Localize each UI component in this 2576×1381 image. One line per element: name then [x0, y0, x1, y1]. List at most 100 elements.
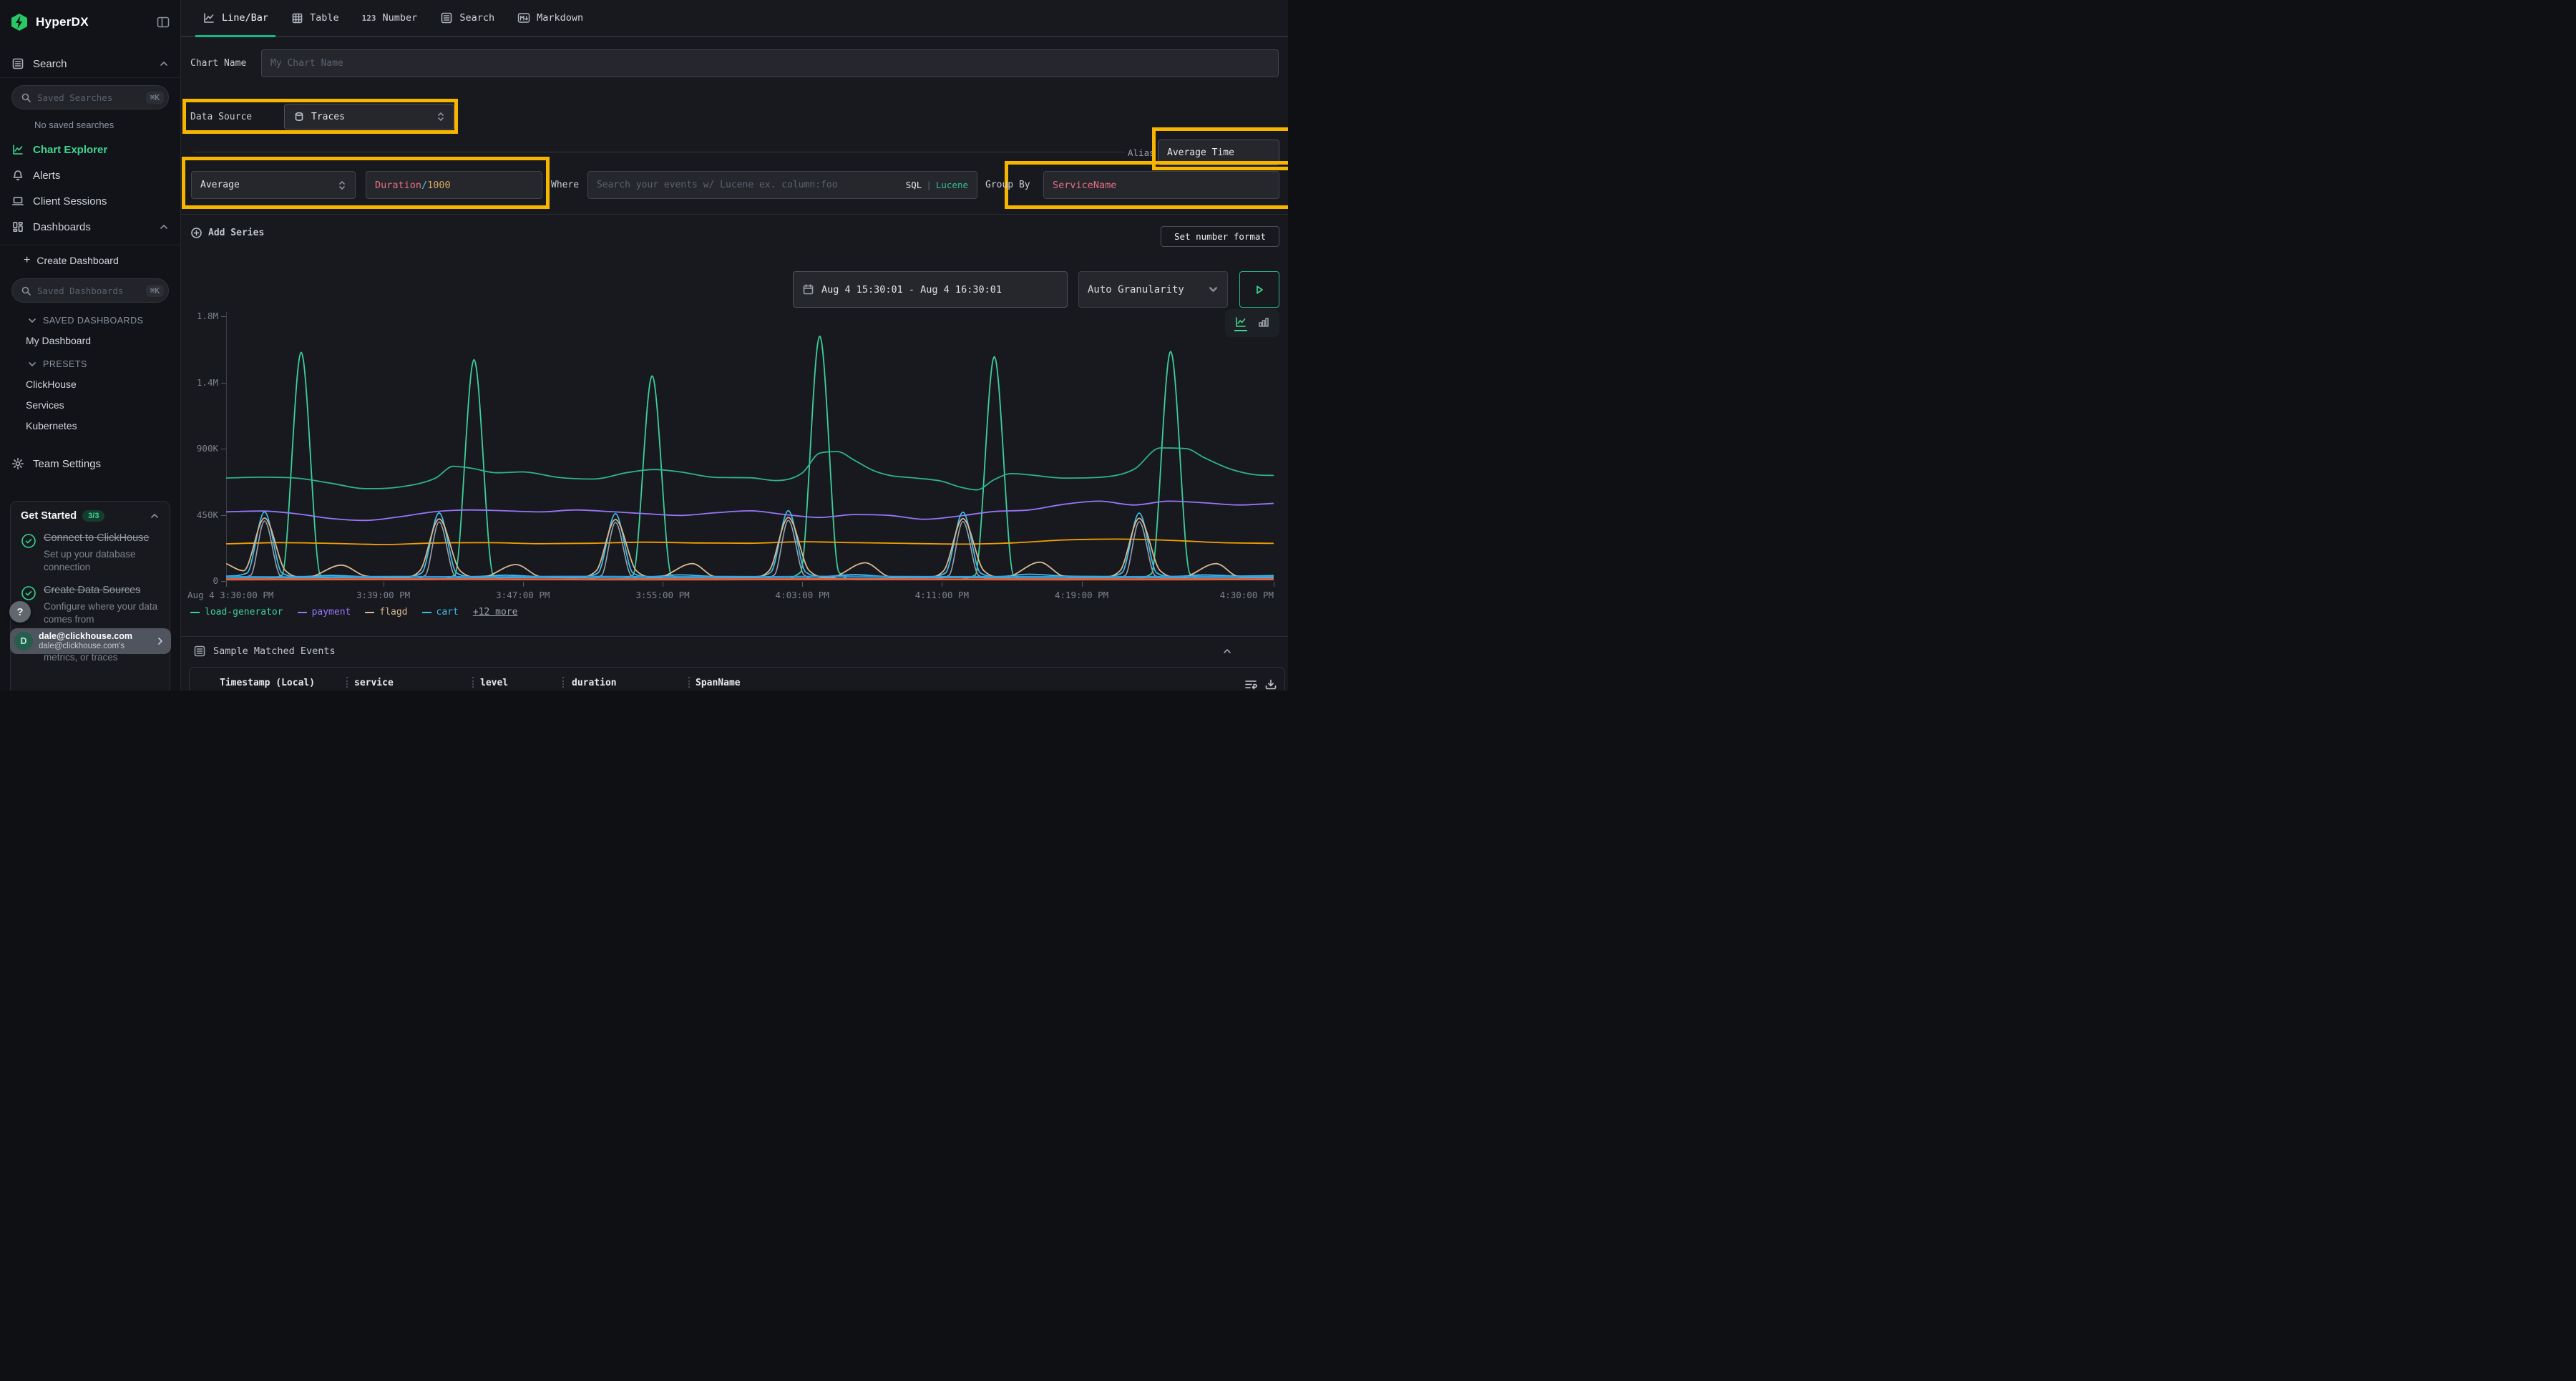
divider: [0, 77, 180, 78]
team-settings-label: Team Settings: [33, 458, 101, 470]
series-unnamed-green-wavy: [226, 448, 1274, 490]
granularity-select[interactable]: Auto Granularity: [1078, 271, 1228, 308]
column-separator[interactable]: [472, 677, 474, 688]
avatar: D: [14, 632, 33, 650]
markdown-icon: [517, 12, 530, 24]
legend-swatch: [422, 612, 431, 613]
user-subtext: dale@clickhouse.com's: [39, 642, 132, 651]
column-header-spanname[interactable]: SpanName: [696, 678, 741, 688]
sidebar-collapse-icon[interactable]: [156, 15, 170, 29]
saved-dashboards-heading[interactable]: SAVED DASHBOARDS: [27, 316, 169, 326]
time-range-value: Aug 4 15:30:01 - Aug 4 16:30:01: [821, 284, 1002, 296]
tab-number[interactable]: 123Number: [351, 0, 429, 36]
series-unnamed-blue-flat: [226, 576, 1274, 577]
get-started-item[interactable]: Create Data SourcesConfigure where your …: [21, 584, 160, 626]
tab-table[interactable]: Table: [280, 0, 351, 36]
sidebar-item-chart-explorer[interactable]: Chart Explorer: [0, 137, 180, 162]
series-unnamed-orange-wavy: [226, 539, 1274, 545]
expression-input[interactable]: Duration/1000: [366, 171, 542, 199]
chart-line-icon: [11, 143, 24, 156]
aggregation-select[interactable]: Average: [191, 171, 356, 199]
legend-item-load-generator[interactable]: load-generator: [190, 607, 283, 618]
get-started-item-subtitle: Configure where your data comes from: [44, 600, 160, 626]
saved-searches-input[interactable]: Saved Searches ⌘K: [11, 85, 169, 109]
expression-value: 1000: [427, 180, 451, 191]
run-query-button[interactable]: [1239, 271, 1279, 308]
x-axis-tick-label: 3:55:00 PM: [620, 590, 706, 600]
search-section-label: Search: [33, 58, 67, 70]
divider: [181, 214, 1288, 215]
download-icon[interactable]: [1264, 678, 1277, 690]
preset-item-clickhouse[interactable]: ClickHouse: [26, 379, 169, 390]
x-axis-tick-label: 4:19:00 PM: [1039, 590, 1125, 600]
presets-heading[interactable]: PRESETS: [27, 359, 169, 369]
tab-label: Markdown: [537, 12, 583, 24]
logo-row: HyperDX: [0, 0, 180, 34]
onetwothree-icon: 123: [362, 14, 376, 23]
legend-more-link[interactable]: +12 more: [473, 607, 518, 618]
legend-label: flagd: [379, 607, 407, 618]
data-source-select[interactable]: Traces: [284, 104, 454, 130]
alias-value: Average Time: [1167, 147, 1234, 158]
set-number-format-button[interactable]: Set number format: [1161, 226, 1279, 247]
group-by-input[interactable]: ServiceName: [1043, 171, 1279, 199]
gear-icon: [11, 457, 24, 470]
saved-dashboard-item[interactable]: My Dashboard: [26, 335, 169, 346]
presets-list: ClickHouse Services Kubernetes: [0, 379, 180, 431]
help-button[interactable]: ?: [9, 601, 31, 623]
sidebar-item-label: Chart Explorer: [33, 144, 107, 156]
column-header-timestamp-local-[interactable]: Timestamp (Local): [220, 678, 315, 688]
legend-label: load-generator: [205, 607, 283, 618]
sidebar-item-client-sessions[interactable]: Client Sessions: [0, 189, 180, 213]
group-by-label: Group By: [985, 180, 1030, 190]
preset-item-services[interactable]: Services: [26, 399, 169, 411]
tab-markdown[interactable]: Markdown: [506, 0, 595, 36]
collapse-events-icon[interactable]: [1222, 646, 1232, 656]
user-menu[interactable]: D dale@clickhouse.com dale@clickhouse.co…: [10, 628, 171, 654]
column-header-duration[interactable]: duration: [572, 678, 617, 688]
chart-name-input[interactable]: My Chart Name: [261, 49, 1279, 77]
grid-icon: [11, 220, 24, 233]
column-header-service[interactable]: service: [354, 678, 394, 688]
series-unnamed-gray-spikes: [226, 520, 1274, 579]
preset-item-kubernetes[interactable]: Kubernetes: [26, 420, 169, 431]
time-range-picker[interactable]: Aug 4 15:30:01 - Aug 4 16:30:01: [793, 271, 1068, 308]
column-header-level[interactable]: level: [480, 678, 508, 688]
sidebar-item-alerts[interactable]: Alerts: [0, 163, 180, 187]
column-separator[interactable]: [688, 677, 690, 688]
legend-item-flagd[interactable]: flagd: [365, 607, 407, 618]
sidebar-item-dashboards[interactable]: Dashboards: [0, 215, 180, 239]
expression-field: Duration: [375, 180, 421, 191]
main-content: Line/BarTable123NumberSearchMarkdown Cha…: [181, 0, 1288, 690]
sidebar-item-team-settings[interactable]: Team Settings: [0, 450, 180, 477]
y-axis-tick: [221, 515, 226, 516]
chevron-up-icon: [159, 59, 169, 69]
column-separator[interactable]: [562, 677, 564, 688]
column-separator[interactable]: [346, 677, 348, 688]
y-axis-tick: [221, 581, 226, 582]
create-dashboard-button[interactable]: + Create Dashboard: [24, 254, 169, 267]
expression-operator: /: [421, 180, 427, 191]
sql-toggle[interactable]: SQL: [906, 180, 922, 190]
get-started-item[interactable]: Connect to ClickHouseSet up your databas…: [21, 532, 160, 574]
tab-line-bar[interactable]: Line/Bar: [191, 0, 280, 36]
hyperdx-logo-icon: [10, 13, 29, 31]
lucene-toggle[interactable]: Lucene: [936, 180, 968, 190]
sidebar-item-label: Client Sessions: [33, 195, 107, 208]
line-chart-plot[interactable]: [226, 311, 1274, 587]
wrap-text-icon[interactable]: [1244, 678, 1257, 690]
tab-search[interactable]: Search: [429, 0, 506, 36]
chart-name-placeholder: My Chart Name: [270, 58, 343, 69]
legend-item-payment[interactable]: payment: [298, 607, 351, 618]
where-input[interactable]: Search your events w/ Lucene ex. column:…: [587, 171, 977, 199]
add-series-button[interactable]: Add Series: [190, 227, 264, 239]
granularity-value: Auto Granularity: [1088, 284, 1184, 296]
sidebar-section-search[interactable]: Search: [0, 50, 180, 77]
legend-item-cart[interactable]: cart: [422, 607, 459, 618]
alias-input[interactable]: Average Time: [1158, 140, 1279, 165]
saved-dashboards-input[interactable]: Saved Dashboards ⌘K: [11, 278, 169, 303]
bell-icon: [11, 169, 24, 182]
search-section-icon: [11, 57, 24, 70]
chevron-up-icon[interactable]: [150, 511, 160, 521]
sample-events-header[interactable]: Sample Matched Events: [193, 645, 336, 658]
